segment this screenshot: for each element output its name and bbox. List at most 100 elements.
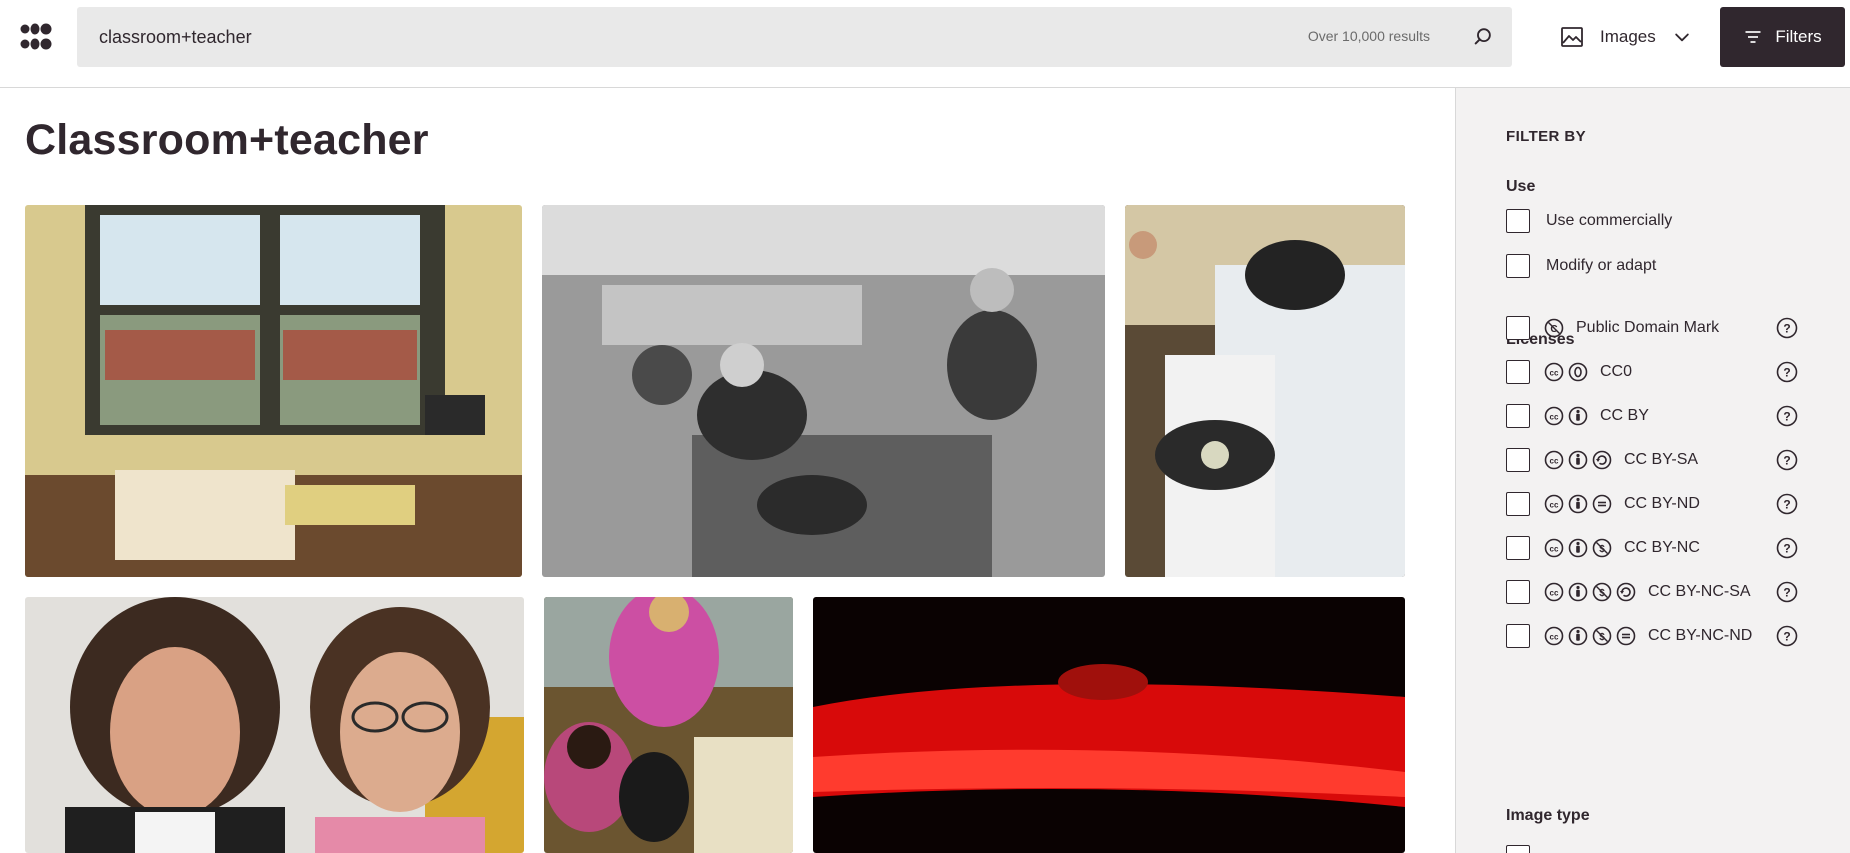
license-cc-icon: cc (1544, 582, 1564, 602)
content-type-select[interactable]: Images (1560, 20, 1692, 54)
checkbox[interactable] (1506, 404, 1530, 428)
license-sa-icon (1616, 582, 1636, 602)
page-title: Classroom+teacher (25, 116, 429, 164)
search-results: Classroom+teacher (0, 88, 1455, 853)
license-by-icon (1568, 626, 1588, 646)
image-result[interactable] (25, 597, 524, 853)
use-group-title: Use (1506, 178, 1536, 195)
filter-icon (1745, 31, 1761, 43)
license-by-icon (1568, 494, 1588, 514)
svg-text:cc: cc (1550, 589, 1559, 598)
license-cc-icon: cc (1544, 494, 1564, 514)
svg-text:cc: cc (1550, 633, 1559, 642)
svg-text:cc: cc (1550, 369, 1559, 378)
license-nd-icon (1616, 626, 1636, 646)
search-icon (1474, 28, 1491, 45)
help-icon[interactable]: ? (1776, 625, 1798, 647)
license-cc-icon: cc (1544, 362, 1564, 382)
svg-text:?: ? (1783, 630, 1790, 644)
license-nd-icon (1592, 494, 1612, 514)
license-label: CC BY-ND (1624, 495, 1700, 512)
help-icon[interactable]: ? (1776, 317, 1798, 339)
help-icon[interactable]: ? (1776, 449, 1798, 471)
svg-text:?: ? (1783, 498, 1790, 512)
license-icons: cc $ (1544, 626, 1636, 646)
help-icon[interactable]: ? (1776, 493, 1798, 515)
checkbox[interactable] (1506, 580, 1530, 604)
license-by-icon (1568, 406, 1588, 426)
license-cc-icon: cc (1544, 450, 1564, 470)
top-header: Over 10,000 results Images Filters (0, 0, 1850, 88)
license-cc-icon: cc (1544, 538, 1564, 558)
license-by-icon (1568, 450, 1588, 470)
license-nc-icon: $ (1592, 538, 1612, 558)
checkbox[interactable] (1506, 209, 1530, 233)
filter-label: Modify or adapt (1546, 257, 1657, 274)
svg-text:?: ? (1783, 410, 1790, 424)
filters-button[interactable]: Filters (1720, 7, 1845, 67)
checkbox[interactable] (1506, 316, 1530, 340)
license-cc-icon: cc (1544, 626, 1564, 646)
license-label: CC BY-NC-ND (1648, 627, 1753, 644)
svg-text:cc: cc (1550, 501, 1559, 510)
license-icons: cc (1544, 450, 1612, 470)
filter-sidebar: FILTER BY Use Use commercially Modify or… (1455, 88, 1850, 853)
license-cc-icon: cc (1544, 406, 1564, 426)
license-icons: cc (1544, 362, 1588, 382)
checkbox[interactable] (1506, 448, 1530, 472)
image-result[interactable] (544, 597, 793, 853)
content-type-label: Images (1600, 27, 1656, 46)
checkbox[interactable] (1506, 254, 1530, 278)
filter-label: Use commercially (1546, 212, 1673, 229)
image-result[interactable] (813, 597, 1405, 853)
checkbox[interactable] (1506, 845, 1530, 853)
license-nc-icon: $ (1592, 626, 1612, 646)
svg-text:?: ? (1783, 322, 1790, 336)
license-label: CC BY (1600, 407, 1649, 424)
filter-use-commercially[interactable]: Use commercially (1506, 207, 1826, 235)
help-icon[interactable]: ? (1776, 405, 1798, 427)
license-by-icon (1568, 538, 1588, 558)
image-result[interactable] (1125, 205, 1405, 577)
svg-text:?: ? (1783, 366, 1790, 380)
search-bar: Over 10,000 results (77, 7, 1512, 67)
svg-text:?: ? (1783, 586, 1790, 600)
checkbox[interactable] (1506, 360, 1530, 384)
filters-label: Filters (1775, 27, 1822, 46)
filter-heading: FILTER BY (1506, 128, 1586, 145)
help-icon[interactable]: ? (1776, 537, 1798, 559)
filter-image-type-first[interactable] (1506, 843, 1826, 853)
license-by-icon (1568, 582, 1588, 602)
license-pdm-icon: C (1544, 318, 1564, 338)
help-icon[interactable]: ? (1776, 581, 1798, 603)
image-type-group-title: Image type (1506, 807, 1590, 824)
checkbox[interactable] (1506, 492, 1530, 516)
license-label: CC BY-NC-SA (1648, 583, 1751, 600)
license-label: CC0 (1600, 363, 1633, 380)
license-label: CC BY-SA (1624, 451, 1699, 468)
svg-text:cc: cc (1550, 413, 1559, 422)
license-zero-icon (1568, 362, 1588, 382)
results-count: Over 10,000 results (1307, 28, 1430, 44)
license-icons: cc $ (1544, 538, 1612, 558)
svg-text:?: ? (1783, 542, 1790, 556)
search-input[interactable] (99, 7, 1099, 67)
license-label: Public Domain Mark (1576, 319, 1720, 336)
openverse-logo-icon[interactable] (20, 22, 52, 52)
checkbox[interactable] (1506, 624, 1530, 648)
svg-text:cc: cc (1550, 545, 1559, 554)
image-icon (1561, 27, 1583, 47)
license-label: CC BY-NC (1624, 539, 1700, 556)
checkbox[interactable] (1506, 536, 1530, 560)
image-result[interactable] (25, 205, 522, 577)
license-icons: cc $ (1544, 582, 1636, 602)
filter-modify-adapt[interactable]: Modify or adapt (1506, 252, 1826, 280)
license-nc-icon: $ (1592, 582, 1612, 602)
search-button[interactable] (1468, 22, 1498, 52)
chevron-down-icon (1675, 33, 1689, 42)
image-result[interactable] (542, 205, 1105, 577)
help-icon[interactable]: ? (1776, 361, 1798, 383)
license-icons: cc (1544, 406, 1588, 426)
svg-text:cc: cc (1550, 457, 1559, 466)
license-icons: C (1544, 318, 1564, 338)
